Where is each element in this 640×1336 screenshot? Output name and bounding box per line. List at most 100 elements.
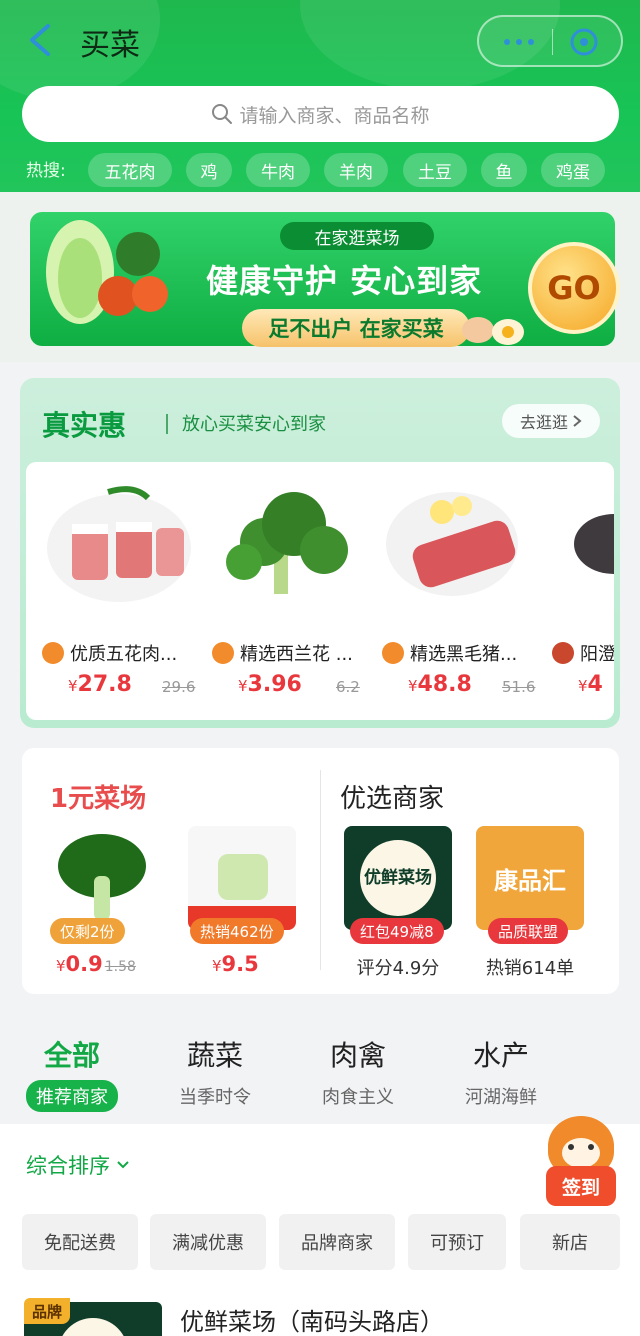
- item-price: ¥0.9 1.58: [56, 952, 136, 976]
- item-price: ¥9.5: [212, 952, 259, 976]
- original-price: 29.6: [162, 678, 196, 696]
- deal-title: 真实惠: [42, 409, 127, 442]
- page-title: 买菜: [80, 28, 140, 63]
- currency-symbol: ¥: [212, 957, 222, 975]
- pork-ribs-image: [386, 492, 518, 596]
- shop-logo-icon: [212, 642, 234, 664]
- bok-choy-image: [58, 834, 146, 920]
- coupon-badge: 红包49减8: [350, 918, 444, 944]
- mini-program-capsule: [477, 15, 623, 67]
- tab-seafood[interactable]: 水产 河湖海鲜: [431, 1034, 571, 1112]
- promo-banner[interactable]: 在家逛菜场 健康守护 安心到家 足不出户 在家买菜 GO: [0, 192, 640, 362]
- crab-image: [574, 514, 614, 574]
- back-arrow-icon[interactable]: [26, 22, 54, 58]
- one-yuan-item[interactable]: 仅剩2份 ¥0.9 1.58: [42, 822, 162, 982]
- store-logo-circle: [58, 1318, 128, 1336]
- product-card[interactable]: 精选西兰花 ... ¥3.96 6.2: [198, 462, 368, 720]
- price-value: 4: [587, 672, 603, 697]
- product-name: 精选西兰花 ...: [240, 644, 353, 665]
- tab-label: 水产: [472, 1039, 529, 1072]
- stock-badge: 仅剩2份: [50, 918, 125, 944]
- tab-label: 肉禽: [329, 1039, 386, 1072]
- sign-in-floating-button[interactable]: 签到: [542, 1116, 620, 1214]
- title-separator: [166, 414, 168, 434]
- price-value: 3.96: [247, 672, 302, 697]
- product-card[interactable]: 优质五花肉... ¥27.8 29.6: [28, 462, 198, 720]
- merchant-rating: 评分4.9分: [356, 958, 440, 979]
- product-name: 阳澄: [580, 644, 614, 665]
- tab-all[interactable]: 全部 推荐商家: [2, 1034, 142, 1112]
- tab-vegetables[interactable]: 蔬菜 当季时令: [145, 1034, 285, 1112]
- price-value: 0.9: [65, 952, 103, 976]
- broccoli-image: [226, 492, 348, 594]
- tab-label: 全部: [43, 1039, 100, 1072]
- tab-sublabel: 推荐商家: [26, 1080, 118, 1112]
- sort-dropdown[interactable]: 综合排序: [26, 1150, 130, 1180]
- sort-label: 综合排序: [26, 1154, 110, 1178]
- filter-chip[interactable]: 满减优惠: [150, 1214, 266, 1270]
- merchant-logo: 康品汇: [476, 826, 584, 930]
- sign-in-label: 签到: [546, 1166, 616, 1206]
- merchant-sales: 热销614单: [485, 958, 575, 979]
- product-price: ¥4: [578, 672, 603, 697]
- product-card[interactable]: 阳澄 ¥4: [538, 462, 614, 720]
- more-dots-icon[interactable]: [501, 30, 537, 54]
- browse-more-label: 去逛逛: [519, 413, 568, 432]
- shop-logo-icon: [552, 642, 574, 664]
- product-name: 精选黑毛猪...: [410, 644, 518, 665]
- brand-badge: 品牌: [24, 1298, 70, 1324]
- alliance-badge: 品质联盟: [488, 918, 569, 944]
- filter-chip[interactable]: 品牌商家: [279, 1214, 395, 1270]
- picks-title[interactable]: 优选商家: [340, 778, 444, 815]
- filter-chip[interactable]: 新店: [520, 1214, 620, 1270]
- hot-tag[interactable]: 五花肉: [88, 153, 172, 187]
- currency-symbol: ¥: [238, 677, 248, 695]
- hot-tag[interactable]: 羊肉: [324, 153, 388, 187]
- hot-search-label: 热搜:: [26, 161, 66, 181]
- promo-section: 1元菜场 优选商家 仅剩2份 ¥0.9 1.58 热销462份 ¥9.5 优鲜菜场…: [22, 748, 619, 994]
- close-target-icon[interactable]: [568, 26, 600, 58]
- product-card[interactable]: 精选黑毛猪... ¥48.8 51.6: [368, 462, 538, 720]
- deal-product-list: 优质五花肉... ¥27.8 29.6 精选西兰花 ... ¥3.96 6.2 …: [26, 462, 614, 720]
- original-price: 1.58: [104, 959, 136, 975]
- product-name: 优质五花肉...: [70, 644, 178, 665]
- product-price: ¥3.96: [238, 672, 302, 697]
- search-icon: [212, 104, 233, 124]
- chevron-down-icon: [117, 1161, 129, 1169]
- currency-symbol: ¥: [56, 957, 66, 975]
- search-placeholder: 请输入商家、商品名称: [239, 104, 430, 127]
- hot-tag[interactable]: 土豆: [403, 153, 467, 187]
- hot-tag[interactable]: 鸡: [186, 153, 232, 187]
- deal-section: 真实惠 放心买菜安心到家 去逛逛 优质五花肉... ¥27.8 29.6 精选西…: [20, 378, 620, 728]
- one-yuan-title[interactable]: 1元菜场: [50, 778, 146, 815]
- currency-symbol: ¥: [408, 677, 418, 695]
- banner-stage: 在家逛菜场 健康守护 安心到家 足不出户 在家买菜 GO: [30, 212, 620, 347]
- chevron-right-icon: [573, 415, 582, 427]
- section-divider: [320, 770, 321, 970]
- filter-chip[interactable]: 可预订: [408, 1214, 506, 1270]
- currency-symbol: ¥: [578, 677, 588, 695]
- tab-meat[interactable]: 肉禽 肉食主义: [288, 1034, 428, 1112]
- tab-sublabel: 当季时令: [179, 1087, 251, 1108]
- hot-tag[interactable]: 鸡蛋: [541, 153, 605, 187]
- green-onion-pack-image: [188, 826, 296, 930]
- original-price: 6.2: [336, 678, 360, 696]
- search-bar[interactable]: 请输入商家、商品名称: [22, 86, 619, 142]
- merchant-card[interactable]: 优鲜菜场 红包49减8 评分4.9分: [338, 822, 458, 982]
- filter-chip[interactable]: 免配送费: [22, 1214, 138, 1270]
- product-price: ¥27.8: [68, 672, 132, 697]
- merchant-logo-text: 康品汇: [494, 866, 566, 895]
- shop-logo-icon: [382, 642, 404, 664]
- hot-tag[interactable]: 鱼: [481, 153, 527, 187]
- merchant-card[interactable]: 康品汇 品质联盟 热销614单: [470, 822, 590, 982]
- vegetables-illustration: [46, 220, 168, 324]
- price-value: 48.8: [417, 672, 472, 697]
- go-button[interactable]: GO: [528, 242, 620, 334]
- hot-tag[interactable]: 牛肉: [246, 153, 310, 187]
- tab-sublabel: 肉食主义: [322, 1087, 394, 1108]
- browse-more-button[interactable]: 去逛逛: [502, 404, 600, 438]
- currency-symbol: ¥: [68, 677, 78, 695]
- merchant-logo: 优鲜菜场: [344, 826, 452, 930]
- one-yuan-item[interactable]: 热销462份 ¥9.5: [182, 822, 302, 982]
- store-name[interactable]: 优鲜菜场（南码头路店）: [180, 1302, 444, 1336]
